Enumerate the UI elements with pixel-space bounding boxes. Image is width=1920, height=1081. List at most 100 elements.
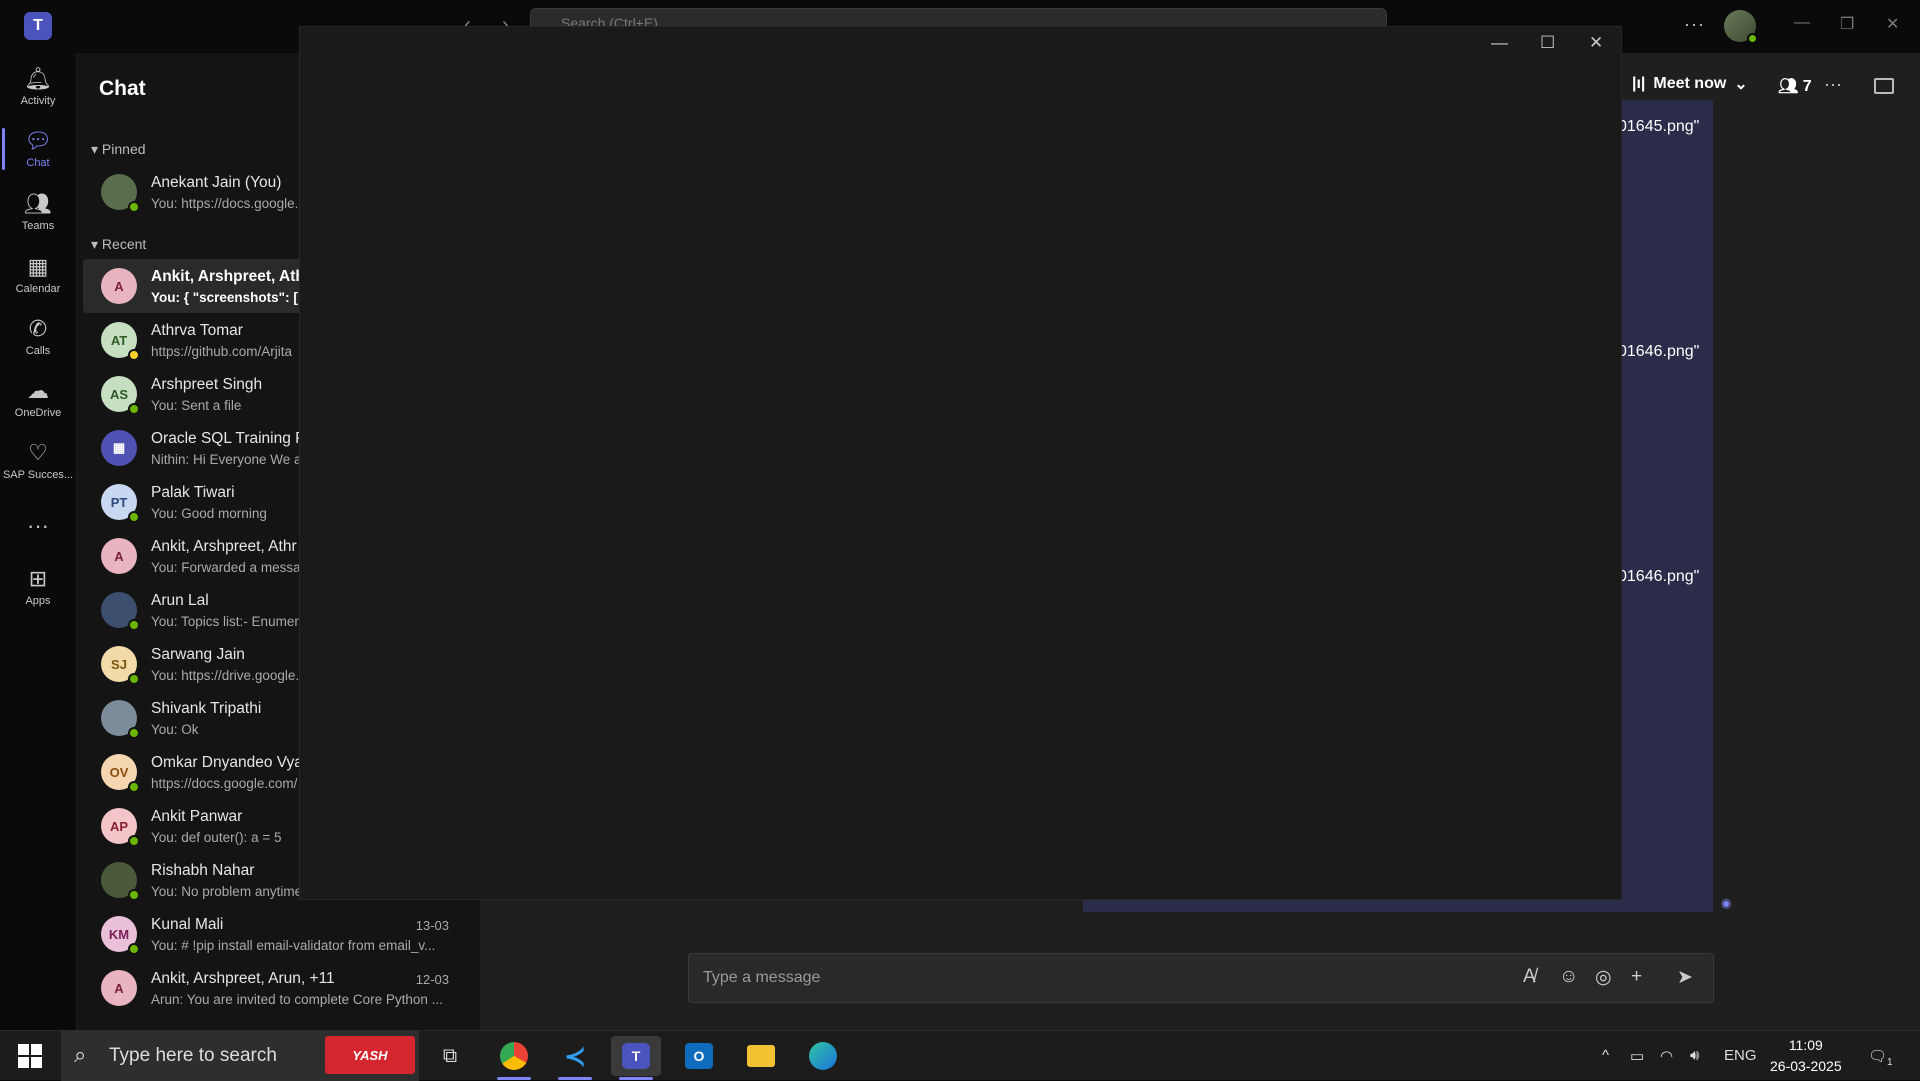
chat-preview: https://docs.google.com/ xyxy=(151,776,298,791)
rail-sap[interactable]: ♡ SAP Succes... xyxy=(0,430,76,492)
pinned-section-header[interactable]: ▾ Pinned xyxy=(91,141,146,158)
message-composer[interactable]: Type a message A̸ ☺ ◎ + ➤ xyxy=(688,953,1714,1003)
chat-date: 12-03 xyxy=(415,972,449,987)
file-name[interactable]: 01645.png" xyxy=(1618,118,1699,136)
rail-label: Chat xyxy=(26,157,50,169)
yash-logo[interactable]: YASH xyxy=(325,1036,415,1074)
meet-now-label: Meet now xyxy=(1653,75,1727,92)
overlay-close-icon[interactable]: ✕ xyxy=(1589,33,1603,53)
language-indicator[interactable]: ENG xyxy=(1724,1047,1757,1064)
avatar-initials: AP xyxy=(109,818,129,834)
more-options-icon[interactable]: ··· xyxy=(1684,14,1705,35)
loop-icon[interactable]: ◎ xyxy=(1595,966,1612,989)
file-explorer-icon[interactable] xyxy=(736,1036,786,1076)
notification-icon[interactable]: 🗨︎1 xyxy=(1868,1047,1893,1068)
chevron-down-icon: ⌄ xyxy=(1734,76,1748,93)
search-icon: ⌕ xyxy=(74,1042,87,1067)
add-apps-icon: ⊞ xyxy=(28,566,48,591)
rail-onedrive[interactable]: ☁︎ OneDrive xyxy=(0,368,76,430)
minimize-icon[interactable]: — xyxy=(1794,14,1810,32)
chat-preview: You: def outer(): a = 5 xyxy=(151,830,282,845)
overlay-minimize-icon[interactable]: — xyxy=(1491,33,1508,53)
audio-wave-icon: |ı| xyxy=(1632,75,1646,92)
avatar xyxy=(101,700,140,739)
chat-preview: You: https://drive.google. xyxy=(151,668,300,683)
rail-calendar[interactable]: ▦ Calendar xyxy=(0,244,76,306)
avatar xyxy=(101,174,140,213)
chat-name: Ankit Panwar xyxy=(151,808,243,825)
wifi-icon[interactable]: ◠ xyxy=(1660,1047,1673,1065)
avatar-initials: KM xyxy=(108,926,130,942)
edge-icon[interactable] xyxy=(798,1036,848,1076)
status-available-icon xyxy=(128,727,140,739)
chat-name: Athrva Tomar xyxy=(151,322,243,339)
chrome-icon[interactable] xyxy=(489,1036,539,1080)
avatar-initials: A xyxy=(114,980,124,996)
participants-button[interactable]: 👥︎ 7 xyxy=(1778,76,1812,96)
vscode-icon[interactable]: ≺ xyxy=(550,1036,600,1080)
chat-list-title: Chat xyxy=(99,77,146,100)
overlay-maximize-icon[interactable]: ☐ xyxy=(1540,33,1555,53)
avatar: A xyxy=(101,970,137,1006)
rail-calls[interactable]: ✆ Calls xyxy=(0,306,76,368)
tray-chevron-up-icon[interactable]: ^ xyxy=(1602,1047,1609,1064)
avatar: KM xyxy=(101,916,140,955)
rail-label: Activity xyxy=(20,95,56,107)
chat-preview: You: Sent a file xyxy=(151,398,242,413)
restore-icon[interactable]: ❐ xyxy=(1840,14,1854,34)
chat-name: Palak Tiwari xyxy=(151,484,235,501)
calendar-icon: ▦ xyxy=(27,254,49,279)
rail-more[interactable]: ··· xyxy=(0,495,76,557)
meet-now-button[interactable]: |ı| Meet now ⌄ xyxy=(1632,74,1748,94)
status-available-icon xyxy=(128,619,140,631)
avatar-initials: A xyxy=(114,548,124,564)
avatar: PT xyxy=(101,484,140,523)
side-panel-icon[interactable] xyxy=(1874,78,1894,94)
chat-name: Ankit, Arshpreet, Athr xyxy=(151,268,311,285)
chat-name: Rishabh Nahar xyxy=(151,862,255,879)
avatar: SJ xyxy=(101,646,140,685)
battery-icon[interactable]: ▭ xyxy=(1630,1047,1644,1065)
participants-count: 7 xyxy=(1802,78,1812,95)
pinned-label: Pinned xyxy=(101,141,146,157)
chat-name: Sarwang Jain xyxy=(151,646,245,663)
emoji-icon[interactable]: ☺ xyxy=(1559,966,1578,988)
avatar-initials: SJ xyxy=(111,656,127,672)
chat-more-icon[interactable]: ··· xyxy=(1824,74,1842,95)
status-available-icon xyxy=(1747,33,1758,44)
avatar-initials: AT xyxy=(110,332,128,348)
chat-name: Kunal Mali xyxy=(151,916,224,933)
close-icon[interactable]: ✕ xyxy=(1886,14,1899,34)
volume-icon[interactable]: 🔊︎ xyxy=(1690,1047,1699,1064)
recent-section-header[interactable]: ▾ Recent xyxy=(91,236,146,253)
chat-row-recent-12[interactable]: KM Kunal Mali 13-03 You: # !pip install … xyxy=(83,907,473,961)
teams-icon: 👥︎ xyxy=(24,191,52,216)
rail-activity[interactable]: 🔔︎ Activity xyxy=(0,56,76,118)
chat-name: Arshpreet Singh xyxy=(151,376,263,393)
avatar: AP xyxy=(101,808,140,847)
windows-start-icon[interactable] xyxy=(18,1044,42,1068)
attach-plus-icon[interactable]: + xyxy=(1631,966,1642,988)
overlay-window: — ☐ ✕ xyxy=(299,26,1622,900)
status-available-icon xyxy=(128,673,140,685)
chat-preview: You: Forwarded a messag xyxy=(151,560,309,575)
clock[interactable]: 11:09 26-03-2025 xyxy=(1770,1035,1842,1077)
file-name[interactable]: 01646.png" xyxy=(1618,568,1699,586)
rail-apps[interactable]: ⊞ Apps xyxy=(0,556,76,618)
rail-label: Calls xyxy=(25,345,51,357)
outlook-icon[interactable]: O xyxy=(674,1036,724,1076)
format-icon[interactable]: A̸ xyxy=(1523,966,1536,988)
profile-avatar[interactable] xyxy=(1724,10,1758,44)
teams-taskbar-icon[interactable]: T xyxy=(611,1036,661,1080)
rail-chat[interactable]: 💬︎ Chat xyxy=(0,118,76,180)
send-icon[interactable]: ➤ xyxy=(1677,966,1693,989)
file-name[interactable]: 01646.png" xyxy=(1618,343,1699,361)
chat-name: Omkar Dnyandeo Vya xyxy=(151,754,303,771)
rail-teams[interactable]: 👥︎ Teams xyxy=(0,181,76,243)
chat-row-recent-13[interactable]: A Ankit, Arshpreet, Arun, +11 12-03 Arun… xyxy=(83,961,473,1015)
avatar xyxy=(101,862,140,901)
chat-name: Shivank Tripathi xyxy=(151,700,262,717)
avatar-initials: OV xyxy=(109,764,129,780)
read-receipt-icon: ◉ xyxy=(1721,896,1732,910)
task-view-icon[interactable]: ⧉ xyxy=(425,1036,475,1076)
